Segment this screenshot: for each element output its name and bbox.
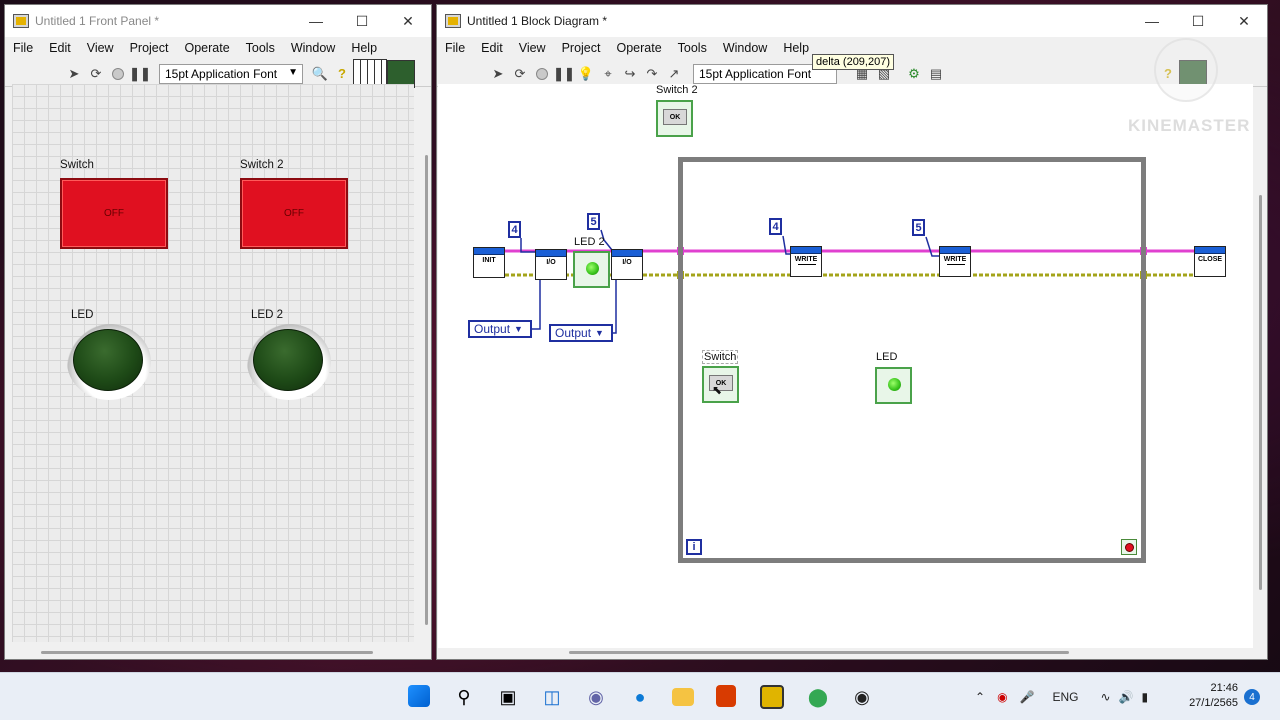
subvi-label: CLOSE <box>1197 256 1223 263</box>
constant-5[interactable]: 5 <box>587 213 600 230</box>
led-terminal[interactable] <box>875 367 912 404</box>
widgets-icon[interactable]: ◫ <box>540 685 564 709</box>
obs-icon[interactable]: ◉ <box>850 685 874 709</box>
ok-text: OK <box>669 113 681 121</box>
subvi-label: I/O <box>546 259 556 266</box>
subvi-label: INIT <box>482 257 496 264</box>
clock-date: 27/1/2565 <box>1189 697 1238 709</box>
chrome-icon[interactable]: ⬤ <box>806 685 830 709</box>
wifi-icon[interactable]: ∿ <box>1101 690 1111 704</box>
wire-output-2 <box>613 275 617 334</box>
kinemaster-watermark: KINEMASTER <box>1128 116 1251 135</box>
mouse-cursor-icon: ⬉ <box>712 383 723 397</box>
output-ring-1[interactable]: Output ▼ <box>468 320 532 338</box>
switch-terminal-label: Switch <box>702 350 739 364</box>
ring-value: Output <box>555 326 592 340</box>
iteration-terminal: i <box>686 539 702 555</box>
chevron-up-icon[interactable]: ⌃ <box>975 690 985 704</box>
arduino-io-vi-1[interactable]: I/O <box>535 249 567 280</box>
constant-value: 5 <box>590 215 597 228</box>
task-view-icon[interactable]: ▣ <box>496 685 520 709</box>
kinemaster-logo-icon <box>1154 38 1218 102</box>
taskbar: ⚲ ▣ ◫ ◉ ● ⬤ ◉ ⌃ ◉ 🎤 ENG ∿ 🔊 ▮ 21:46 27/1… <box>0 672 1280 720</box>
battery-icon[interactable]: ▮ <box>1142 690 1149 704</box>
iteration-symbol: i <box>692 541 696 553</box>
clock[interactable]: 21:46 27/1/2565 <box>1178 681 1238 711</box>
led-icon <box>888 378 901 391</box>
switch-2-terminal-label: Switch 2 <box>656 84 698 96</box>
office-icon[interactable] <box>716 685 736 707</box>
notification-badge[interactable]: 4 <box>1244 689 1260 705</box>
led-2-terminal-label: LED 2 <box>574 236 605 248</box>
subvi-header <box>536 250 566 257</box>
file-explorer-icon[interactable] <box>672 688 694 706</box>
led-2-terminal[interactable] <box>573 251 610 288</box>
volume-icon[interactable]: 🔊 <box>1119 690 1134 704</box>
output-ring-2[interactable]: Output ▼ <box>549 324 613 342</box>
labview-taskbar-icon[interactable] <box>760 685 784 709</box>
edge-browser-icon[interactable]: ● <box>628 685 652 709</box>
stop-condition-icon[interactable] <box>1121 539 1137 555</box>
led-icon <box>586 262 599 275</box>
network-blocked-icon[interactable]: ◉ <box>997 690 1007 704</box>
arduino-init-vi[interactable]: INIT <box>473 247 505 278</box>
ok-button-icon: OK <box>663 109 687 125</box>
constant-value: 4 <box>511 223 518 236</box>
subvi-header <box>1195 247 1225 254</box>
clock-time: 21:46 <box>1210 682 1238 694</box>
switch-2-terminal[interactable]: OK <box>656 100 693 137</box>
arduino-io-vi-2[interactable]: I/O <box>611 249 643 280</box>
system-tray: ⌃ ◉ 🎤 ENG ∿ 🔊 ▮ <box>975 673 1162 720</box>
constant-4[interactable]: 4 <box>508 221 521 238</box>
teams-chat-icon[interactable]: ◉ <box>584 685 608 709</box>
ring-value: Output <box>474 322 511 336</box>
notification-count: 4 <box>1249 691 1255 703</box>
language-indicator[interactable]: ENG <box>1053 690 1079 704</box>
led-terminal-label: LED <box>876 351 898 363</box>
chevron-down-icon: ▼ <box>595 328 604 338</box>
microphone-icon[interactable]: 🎤 <box>1020 690 1035 704</box>
search-icon[interactable]: ⚲ <box>452 685 476 709</box>
subvi-header <box>474 248 504 255</box>
while-loop[interactable] <box>678 157 1146 563</box>
windows-start-icon[interactable] <box>408 685 430 707</box>
chevron-down-icon: ▼ <box>514 324 523 334</box>
subvi-label: I/O <box>622 259 632 266</box>
subvi-header <box>612 250 642 257</box>
arduino-close-vi[interactable]: CLOSE <box>1194 246 1226 277</box>
